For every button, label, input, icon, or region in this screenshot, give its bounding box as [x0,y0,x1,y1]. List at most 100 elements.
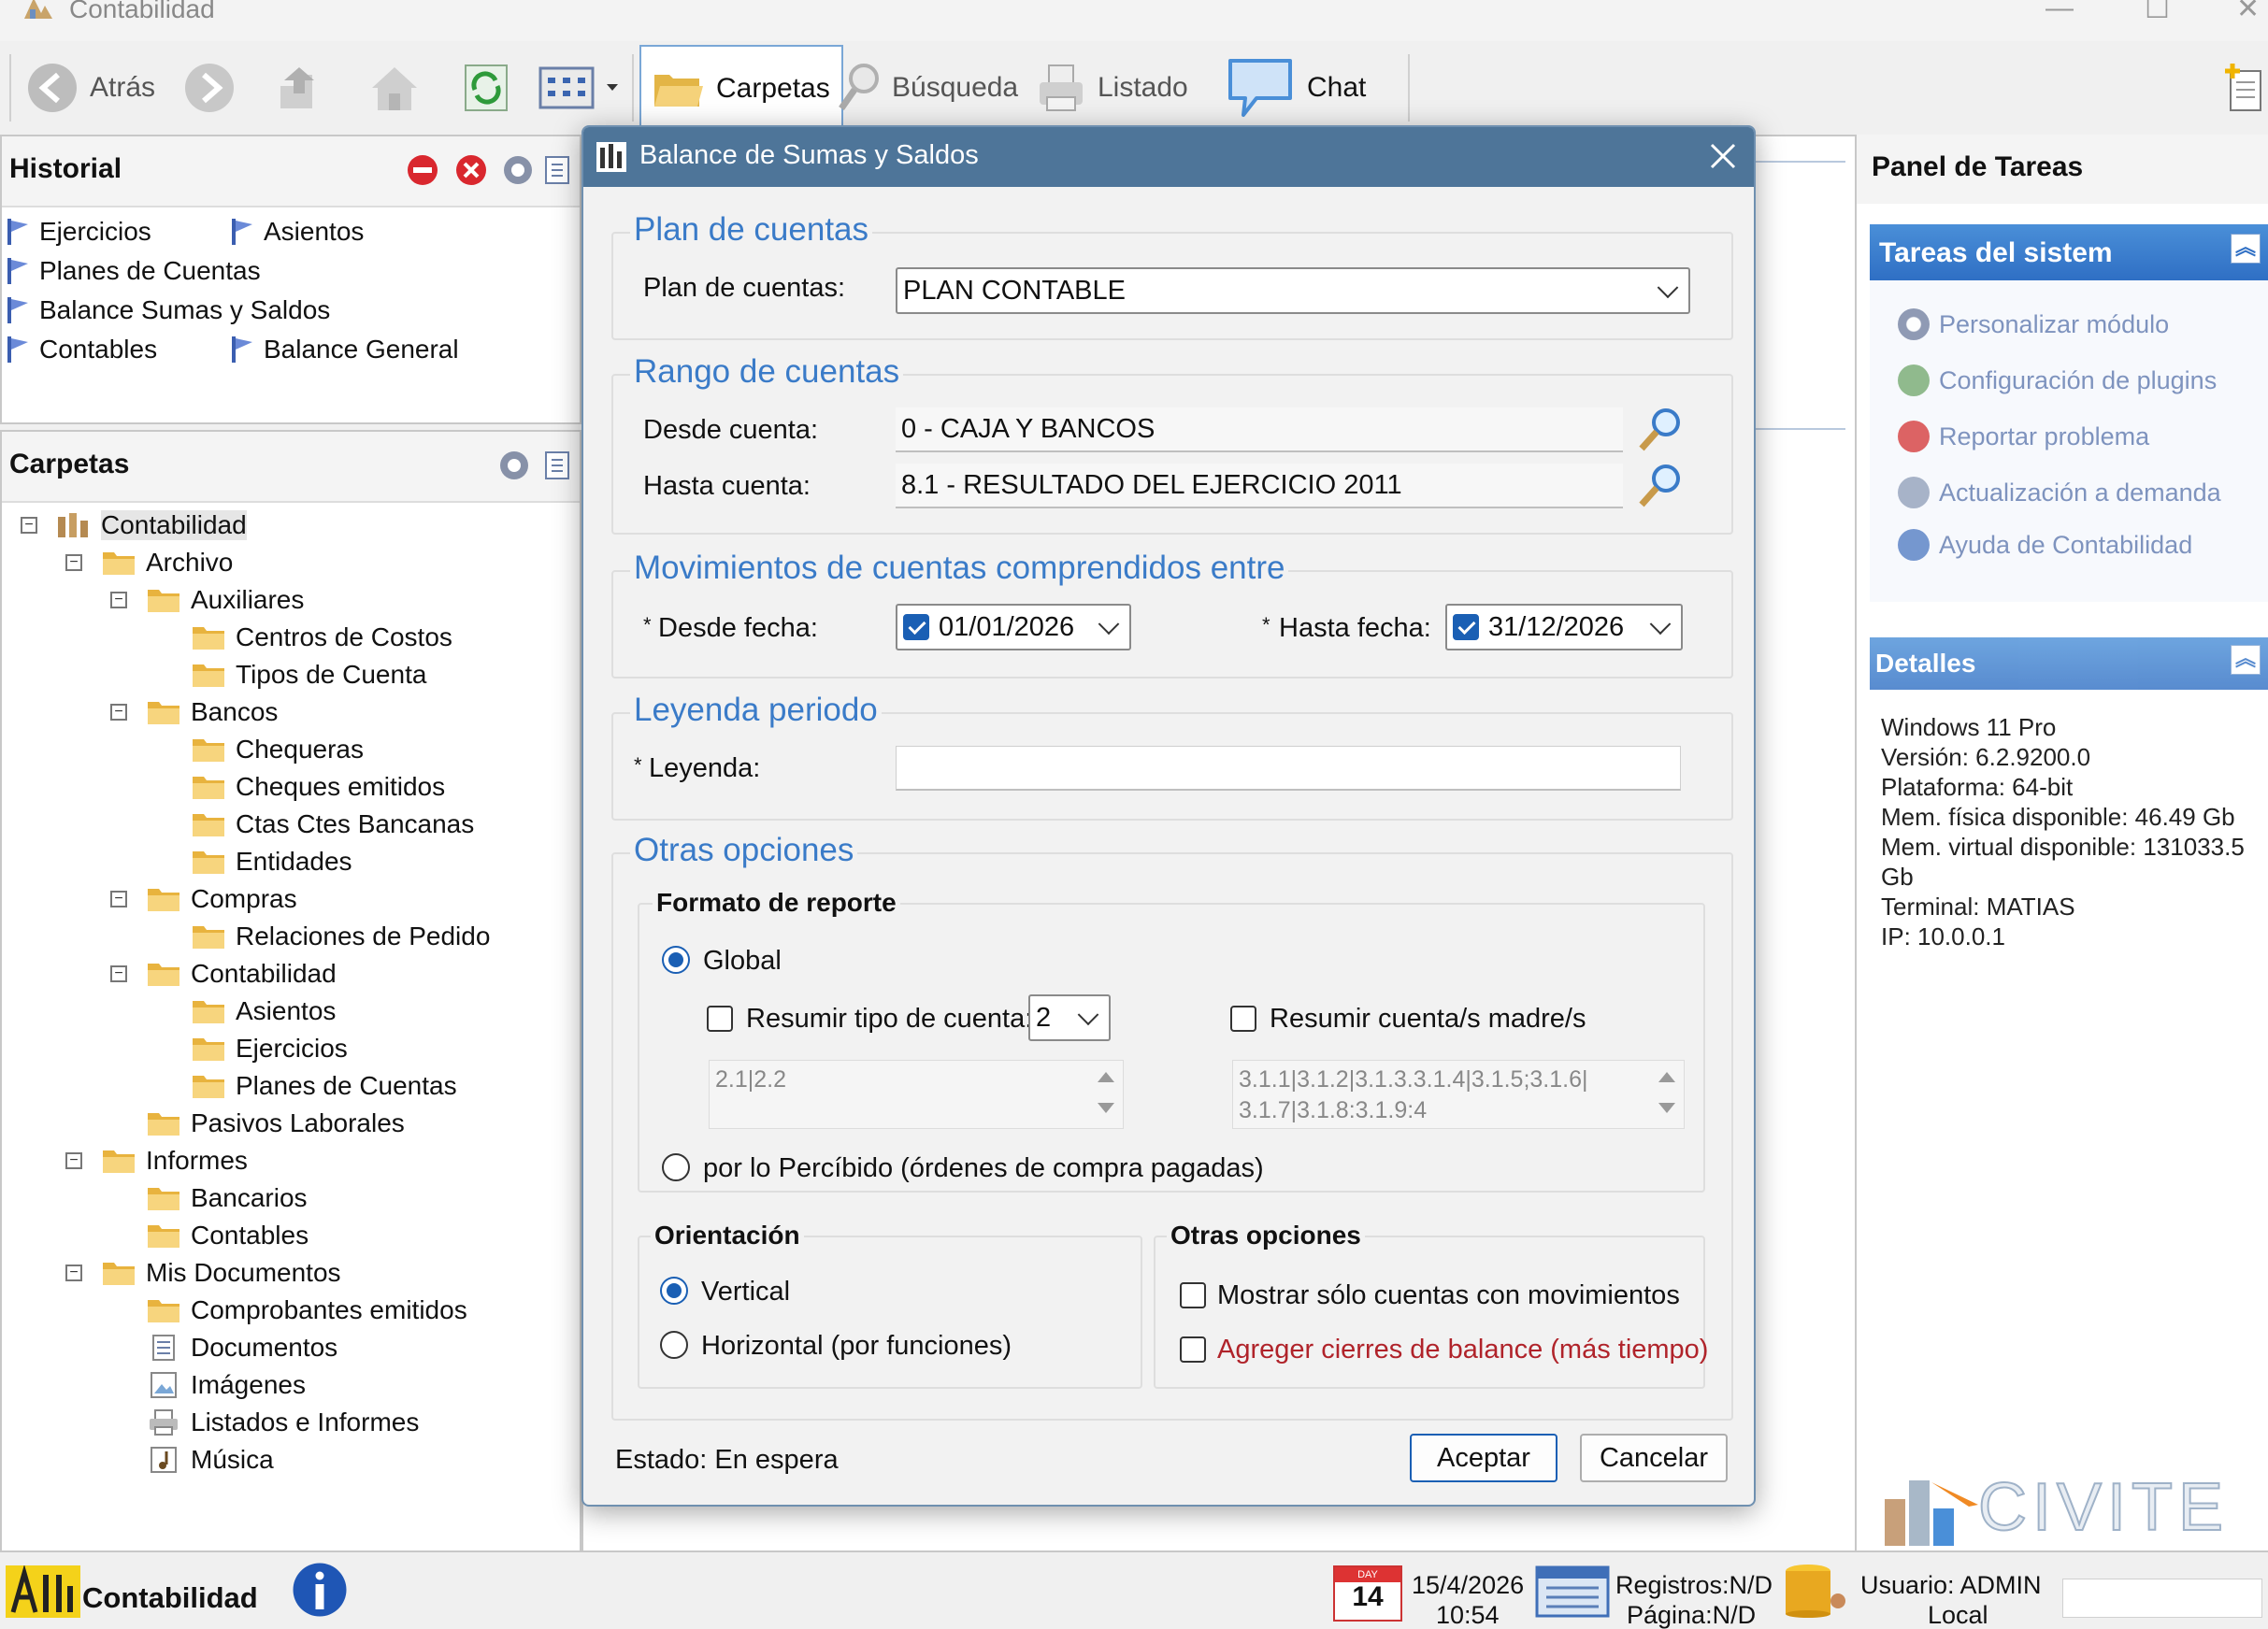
table-icon [1535,1565,1610,1618]
tree-node-auxiliares[interactable]: − Auxiliares [110,581,304,619]
tree-node-archivo[interactable]: − Archivo [65,544,233,581]
refresh-button[interactable] [462,41,510,135]
vertical-radio[interactable] [660,1277,688,1305]
tree-node-entidades[interactable]: Entidades [191,843,352,880]
tree-node-ctas-ctes-bancarias[interactable]: Ctas Ctes Bancanas [191,806,474,843]
collapse-toggle[interactable]: − [65,1265,82,1281]
chat-button[interactable]: Chat [1225,41,1366,135]
scroll-up-icon[interactable] [1097,1070,1115,1083]
to-date-checkbox[interactable] [1453,614,1479,640]
collapse-toggle[interactable]: − [110,704,127,721]
up-folder-button[interactable] [271,41,323,135]
global-radio[interactable] [662,946,690,974]
task-plugin-config[interactable]: Configuración de plugins [1898,364,2217,396]
new-document-button[interactable] [2223,41,2264,135]
scroll-up-icon[interactable] [1658,1070,1676,1083]
view-options-button[interactable] [538,41,619,135]
collapse-toggle[interactable]: − [65,554,82,571]
collapse-toggle[interactable]: − [65,1152,82,1169]
tree-node-planes-de-cuentas[interactable]: Planes de Cuentas [191,1067,457,1105]
tree-node-listados-e-informes[interactable]: Listados e Informes [146,1404,419,1441]
accept-button[interactable]: Aceptar [1410,1434,1557,1482]
tree-node-contabilidad[interactable]: − Contabilidad [21,507,247,544]
info-icon[interactable] [282,1562,357,1618]
search-icon[interactable] [1636,462,1685,510]
history-item[interactable]: Planes de Cuentas [7,256,261,286]
history-item[interactable]: Balance General [232,335,459,364]
tree-node-mis-documentos[interactable]: − Mis Documentos [65,1254,341,1292]
tree-node-documentos[interactable]: Documentos [146,1329,337,1366]
close-icon[interactable] [1709,142,1737,170]
close-window-button[interactable]: ✕ [2236,0,2260,25]
only-movements-checkbox[interactable] [1180,1282,1206,1308]
tree-node-tipos-de-cuenta[interactable]: Tipos de Cuenta [191,656,426,693]
type-list[interactable]: 2.1|2.2 [709,1060,1124,1129]
tree-node-comprobantes-emitidos[interactable]: Comprobantes emitidos [146,1292,467,1329]
scroll-down-icon[interactable] [1658,1102,1676,1115]
minimize-button[interactable]: — [2046,0,2074,24]
tree-node-contables[interactable]: Contables [146,1217,309,1254]
gear-icon[interactable] [501,153,535,187]
tree-node-compras[interactable]: − Compras [110,880,297,918]
plan-select[interactable]: PLAN CONTABLE [896,267,1690,314]
tree-node-cheques-emitidos[interactable]: Cheques emitidos [191,768,445,806]
scroll-down-icon[interactable] [1097,1102,1115,1115]
collapse-up-icon[interactable]: ︽ [2231,234,2261,264]
folder-open-icon [654,75,703,107]
search-icon[interactable] [1636,406,1685,454]
home-button[interactable] [366,41,423,135]
tree-node-relaciones-de-pedido[interactable]: Relaciones de Pedido [191,918,490,955]
history-item[interactable]: Ejercicios [7,217,151,247]
tree-node-centros-de-costos[interactable]: Centros de Costos [191,619,452,656]
to-date-picker[interactable]: 31/12/2026 [1445,604,1683,650]
from-date-picker[interactable]: 01/01/2026 [896,604,1131,650]
collapse-toggle[interactable]: − [110,891,127,907]
collapse-toggle[interactable]: − [110,592,127,608]
cancel-button[interactable]: Cancelar [1580,1434,1728,1482]
summarize-type-checkbox[interactable] [707,1006,733,1032]
summarize-type-select[interactable]: 2 [1028,994,1111,1041]
stop-icon[interactable] [406,153,439,187]
tree-node-chequeras[interactable]: Chequeras [191,731,364,768]
panel-close-icon[interactable] [544,450,570,480]
summarize-parent-checkbox[interactable] [1230,1006,1256,1032]
task-report-problem[interactable]: Reportar problema [1898,421,2149,452]
search-button[interactable]: Búsqueda [836,41,1018,135]
task-update-on-demand[interactable]: Actualización a demanda [1898,477,2221,508]
collapse-toggle[interactable]: − [21,517,37,534]
legend-input[interactable] [896,746,1681,791]
tree-node-bancarios[interactable]: Bancarios [146,1179,308,1217]
collapse-toggle[interactable]: − [110,965,127,982]
from-account-field[interactable]: 0 - CAJA Y BANCOS [896,407,1623,452]
tree-node-contabilidad-sub[interactable]: − Contabilidad [110,955,337,993]
task-help[interactable]: Ayuda de Contabilidad [1898,529,2192,561]
back-button[interactable]: Atrás [26,41,155,135]
system-tasks-header[interactable]: Tareas del sistem ︽ [1870,224,2268,280]
details-header[interactable]: Detalles ︽ [1870,637,2268,690]
tree-node-pasivos-laborales[interactable]: Pasivos Laborales [146,1105,405,1142]
forward-button[interactable] [183,41,236,135]
gear-icon[interactable] [497,449,531,482]
tree-node-musica[interactable]: Música [146,1441,274,1479]
tree-node-informes[interactable]: − Informes [65,1142,248,1179]
from-date-checkbox[interactable] [903,614,929,640]
tree-node-asientos[interactable]: Asientos [191,993,336,1030]
to-account-field[interactable]: 8.1 - RESULTADO DEL EJERCICIO 2011 [896,464,1623,508]
delete-icon[interactable] [454,153,488,187]
horizontal-radio[interactable] [660,1331,688,1359]
history-item[interactable]: Balance Sumas y Saldos [7,295,330,325]
maximize-button[interactable]: ☐ [2145,0,2170,25]
tree-node-ejercicios[interactable]: Ejercicios [191,1030,348,1067]
perceived-radio[interactable] [662,1153,690,1181]
folders-button[interactable]: Carpetas [639,45,843,133]
collapse-up-icon[interactable]: ︽ [2231,645,2261,675]
tree-node-imagenes[interactable]: Imágenes [146,1366,306,1404]
parent-accounts-list[interactable]: 3.1.1|3.1.2|3.1.3.3.1.4|3.1.5;3.1.6| 3.1… [1232,1060,1685,1129]
add-closings-checkbox[interactable] [1180,1336,1206,1363]
list-button[interactable]: Listado [1036,41,1188,135]
tree-node-bancos[interactable]: − Bancos [110,693,278,731]
task-personalize-module[interactable]: Personalizar módulo [1898,308,2169,340]
history-item[interactable]: Contables [7,335,157,364]
panel-close-icon[interactable] [544,155,570,185]
history-item[interactable]: Asientos [232,217,364,247]
